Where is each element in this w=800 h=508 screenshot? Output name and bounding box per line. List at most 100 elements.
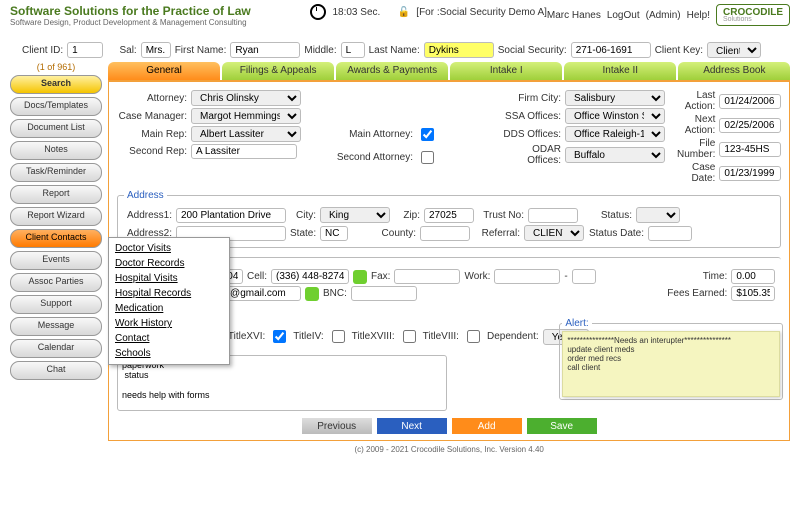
status-select[interactable] bbox=[636, 207, 680, 223]
county-input[interactable] bbox=[420, 226, 470, 241]
sidebar-events[interactable]: Events bbox=[10, 251, 102, 270]
state-input[interactable] bbox=[320, 226, 348, 241]
bnc-input[interactable] bbox=[351, 286, 417, 301]
client-key-select[interactable]: Client bbox=[707, 42, 761, 58]
client-id-input[interactable] bbox=[67, 42, 103, 58]
ssa-select[interactable]: Office Winston Sal bbox=[565, 108, 665, 124]
tab-general[interactable]: General bbox=[108, 62, 220, 80]
sidebar-document-list[interactable]: Document List bbox=[10, 119, 102, 138]
tab-intake1[interactable]: Intake I bbox=[450, 62, 562, 80]
time-input[interactable] bbox=[731, 269, 775, 284]
sidebar-support[interactable]: Support bbox=[10, 295, 102, 314]
secrep-input[interactable] bbox=[191, 144, 297, 159]
app-title: Software Solutions for the Practice of L… bbox=[10, 4, 310, 18]
dependent-label: Dependent: bbox=[487, 331, 539, 342]
popup-contact[interactable]: Contact bbox=[115, 331, 223, 346]
popup-schools[interactable]: Schools bbox=[115, 346, 223, 361]
sidebar-report[interactable]: Report bbox=[10, 185, 102, 204]
popup-doctor-visits[interactable]: Doctor Visits bbox=[115, 241, 223, 256]
cell-input[interactable] bbox=[271, 269, 349, 284]
save-button[interactable]: Save bbox=[527, 418, 597, 434]
lastact-input[interactable] bbox=[719, 94, 781, 109]
odar-select[interactable]: Buffalo bbox=[565, 147, 665, 163]
fileno-input[interactable] bbox=[719, 142, 781, 157]
lock-icon[interactable]: 🔓 bbox=[398, 7, 410, 18]
sidebar-calendar[interactable]: Calendar bbox=[10, 339, 102, 358]
admin-link[interactable]: (Admin) bbox=[646, 10, 681, 21]
title18-label: TitleXVIII: bbox=[352, 331, 395, 342]
tab-intake2[interactable]: Intake II bbox=[564, 62, 676, 80]
sal-input[interactable] bbox=[141, 42, 171, 58]
work-ext-input[interactable] bbox=[572, 269, 596, 284]
title4-checkbox[interactable] bbox=[332, 329, 345, 344]
sidebar-assoc-parties[interactable]: Assoc Parties bbox=[10, 273, 102, 292]
address-legend: Address bbox=[124, 190, 167, 201]
popup-work-history[interactable]: Work History bbox=[115, 316, 223, 331]
sidebar-docs-templates[interactable]: Docs/Templates bbox=[10, 97, 102, 116]
popup-medication[interactable]: Medication bbox=[115, 301, 223, 316]
first-name-input[interactable] bbox=[230, 42, 300, 58]
statusdate-input[interactable] bbox=[648, 226, 692, 241]
firmcity-select[interactable]: Salisbury bbox=[565, 90, 665, 106]
sal-label: Sal: bbox=[119, 45, 136, 56]
referral-select[interactable]: CLIENT bbox=[524, 225, 584, 241]
email-icon[interactable] bbox=[305, 287, 319, 301]
fees-input[interactable] bbox=[731, 286, 775, 301]
popup-hospital-records[interactable]: Hospital Records bbox=[115, 286, 223, 301]
next-button[interactable]: Next bbox=[377, 418, 447, 434]
zip-input[interactable] bbox=[424, 208, 474, 223]
title4-label: TitleIV: bbox=[293, 331, 323, 342]
fax-input[interactable] bbox=[394, 269, 460, 284]
addr1-input[interactable] bbox=[176, 208, 286, 223]
fileno-label: File Number: bbox=[677, 138, 715, 160]
context-label: [For :Social Security Demo A] bbox=[416, 7, 547, 18]
city-label: City: bbox=[290, 210, 316, 221]
sms-icon[interactable] bbox=[353, 270, 367, 284]
sidebar-report-wizard[interactable]: Report Wizard bbox=[10, 207, 102, 226]
search-button[interactable]: Search bbox=[10, 75, 102, 94]
footer-text: (c) 2009 - 2021 Crocodile Solutions, Inc… bbox=[108, 445, 790, 454]
casemgr-select[interactable]: Margot Hemmings bbox=[191, 108, 301, 124]
client-id-label: Client ID: bbox=[22, 45, 63, 56]
mainatt-label: Main Attorney: bbox=[327, 129, 413, 140]
casedate-label: Case Date: bbox=[677, 162, 715, 184]
sidebar-client-contacts[interactable]: Client Contacts bbox=[10, 229, 102, 248]
lastact-label: Last Action: bbox=[677, 90, 715, 112]
user-link[interactable]: Marc Hanes bbox=[547, 10, 601, 21]
city-select[interactable]: King bbox=[320, 207, 390, 223]
title16-checkbox[interactable] bbox=[273, 329, 286, 344]
middle-input[interactable] bbox=[341, 42, 365, 58]
app-subtitle: Software Design, Product Development & M… bbox=[10, 18, 310, 27]
popup-hospital-visits[interactable]: Hospital Visits bbox=[115, 271, 223, 286]
casedate-input[interactable] bbox=[719, 166, 781, 181]
last-name-input[interactable] bbox=[424, 42, 494, 58]
tab-filings[interactable]: Filings & Appeals bbox=[222, 62, 334, 80]
tab-address-book[interactable]: Address Book bbox=[678, 62, 790, 80]
nextact-input[interactable] bbox=[719, 118, 781, 133]
ssn-input[interactable] bbox=[571, 42, 651, 58]
attorney-select[interactable]: Chris Olinsky bbox=[191, 90, 301, 106]
popup-doctor-records[interactable]: Doctor Records bbox=[115, 256, 223, 271]
trust-input[interactable] bbox=[528, 208, 578, 223]
previous-button[interactable]: Previous bbox=[302, 418, 372, 434]
referral-label: Referral: bbox=[474, 228, 520, 239]
ssa-label: SSA Offices: bbox=[497, 111, 561, 122]
secrep-label: Second Rep: bbox=[117, 146, 187, 157]
secatt-checkbox[interactable] bbox=[421, 150, 434, 165]
sidebar-chat[interactable]: Chat bbox=[10, 361, 102, 380]
mainatt-checkbox[interactable] bbox=[421, 127, 434, 142]
sidebar-notes[interactable]: Notes bbox=[10, 141, 102, 160]
work-input[interactable] bbox=[494, 269, 560, 284]
dds-select[interactable]: Office Raleigh-1 bbox=[565, 126, 665, 142]
add-button[interactable]: Add bbox=[452, 418, 522, 434]
title8-checkbox[interactable] bbox=[467, 329, 480, 344]
logout-link[interactable]: LogOut bbox=[607, 10, 640, 21]
sidebar-message[interactable]: Message bbox=[10, 317, 102, 336]
alert-legend: Alert: bbox=[562, 318, 591, 329]
title18-checkbox[interactable] bbox=[403, 329, 416, 344]
tab-awards[interactable]: Awards & Payments bbox=[336, 62, 448, 80]
help-link[interactable]: Help! bbox=[687, 10, 710, 21]
sidebar-task-reminder[interactable]: Task/Reminder bbox=[10, 163, 102, 182]
mainrep-select[interactable]: Albert Lassiter bbox=[191, 126, 301, 142]
work-label: Work: bbox=[464, 271, 490, 282]
